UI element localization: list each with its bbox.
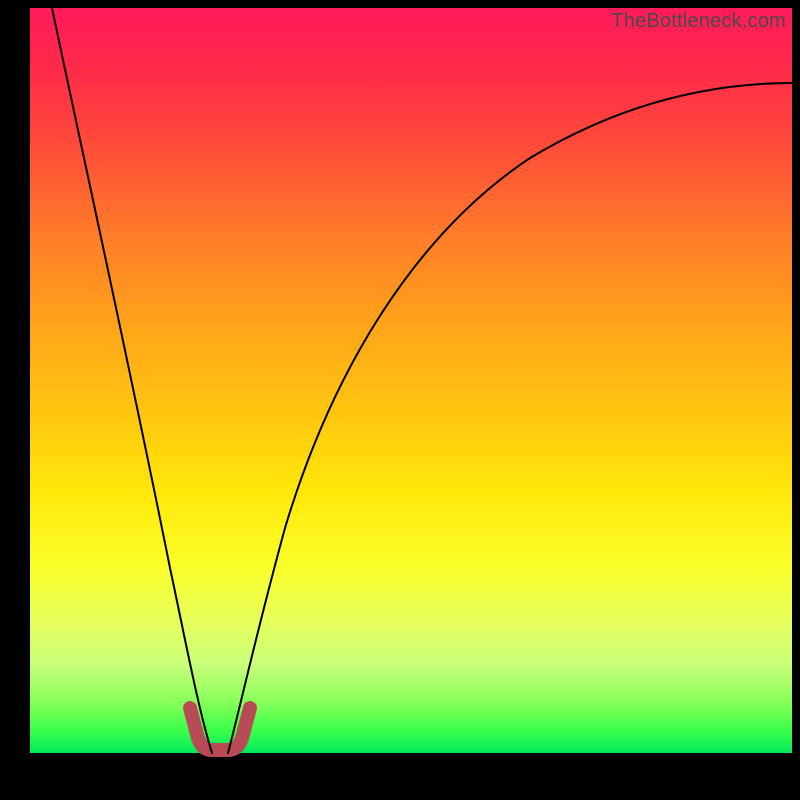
gradient-plot-area: TheBottleneck.com [30,8,792,753]
left-branch-path [52,8,212,753]
right-branch-path [228,83,792,753]
curve-layer [30,8,792,753]
bottom-highlight-path [190,708,250,750]
chart-frame: TheBottleneck.com [30,8,792,778]
